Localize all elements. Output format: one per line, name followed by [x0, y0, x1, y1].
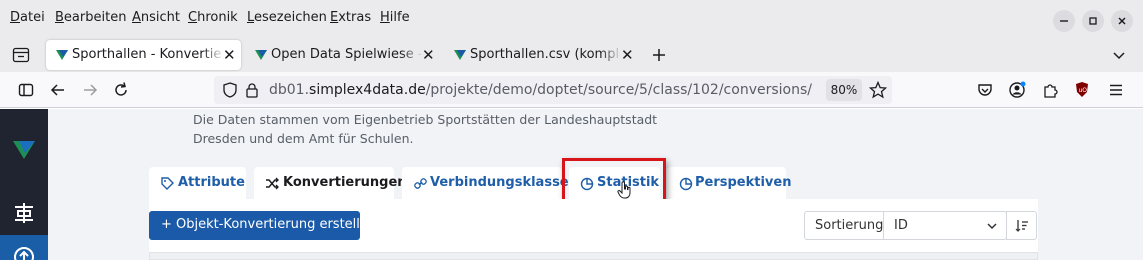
menu-ansicht[interactable]: Ansicht: [132, 10, 180, 25]
description-line: Dresden und dem Amt für Schulen.: [193, 131, 414, 146]
maximize-button[interactable]: [1082, 10, 1104, 32]
ublock-icon[interactable]: uO: [1074, 81, 1090, 99]
sort-direction-icon: [1015, 220, 1028, 232]
zoom-level-button[interactable]: 80%: [826, 79, 862, 101]
menu-lesezeichen[interactable]: Lesezeichen: [247, 10, 327, 25]
tab-attribute[interactable]: Attribute: [149, 167, 246, 199]
menu-datei[interactable]: Datei: [10, 10, 45, 25]
tab-konvertierungen[interactable]: Konvertierungen: [254, 167, 407, 199]
menu-extras[interactable]: Extras: [330, 10, 371, 25]
tag-icon: [161, 177, 174, 190]
forward-arrow-icon[interactable]: [82, 81, 98, 99]
menu-chronik[interactable]: Chronik: [188, 10, 238, 25]
browser-window: Datei Bearbeiten Ansicht Chronik Lesezei…: [0, 0, 1143, 260]
favicon-icon: [56, 50, 68, 60]
minimize-button[interactable]: [1053, 10, 1075, 32]
app-logo-icon[interactable]: [12, 137, 36, 161]
upload-circle-icon: [14, 247, 34, 260]
tab-overview-icon[interactable]: [12, 47, 30, 63]
sidebar-item-structure[interactable]: [0, 194, 48, 232]
results-list: [149, 252, 1038, 260]
close-icon: [1118, 17, 1126, 25]
menu-icon[interactable]: [1108, 81, 1124, 99]
favicon-icon: [255, 50, 267, 60]
browser-tab-active[interactable]: Sporthallen - Konvertierung ✕: [46, 40, 241, 70]
svg-text:uO: uO: [1079, 87, 1088, 94]
url-text[interactable]: db01.simplex4data.de/projekte/demo/dopte…: [269, 82, 812, 98]
browser-tab[interactable]: Open Data Spielwiese - Q ✕: [245, 40, 440, 70]
tab-close-icon[interactable]: ✕: [422, 47, 435, 63]
app-sidebar: [0, 109, 48, 260]
extensions-icon[interactable]: [1042, 81, 1058, 99]
menu-hilfe[interactable]: Hilfe: [380, 10, 410, 25]
sort-label: Sortierung: [815, 218, 884, 233]
tab-perspektiven[interactable]: Perspektiven: [667, 167, 791, 199]
tab-title: Sporthallen.csv (komplett: [470, 47, 620, 62]
shuffle-icon: [266, 177, 279, 190]
menu-bearbeiten[interactable]: Bearbeiten: [55, 10, 126, 25]
chevron-down-icon: [987, 223, 997, 230]
new-tab-icon[interactable]: [651, 47, 667, 63]
reload-icon[interactable]: [113, 81, 129, 99]
tab-list-chevron-icon[interactable]: [1112, 48, 1126, 62]
sort-value: ID: [894, 218, 908, 233]
close-window-button[interactable]: [1111, 10, 1133, 32]
url-bar[interactable]: db01.simplex4data.de/projekte/demo/dopte…: [214, 76, 892, 104]
description-line: Die Daten stammen vom Eigenbetrieb Sport…: [193, 112, 658, 127]
tab-title: Sporthallen - Konvertierung: [72, 47, 222, 62]
pocket-icon[interactable]: [977, 81, 993, 99]
back-arrow-icon[interactable]: [50, 81, 66, 99]
hierarchy-icon: [15, 203, 33, 223]
tab-title: Open Data Spielwiese - Q: [271, 47, 421, 62]
sidebar-item-active[interactable]: [0, 235, 48, 260]
create-conversion-button[interactable]: + Objekt-Konvertierung erstellen: [149, 211, 376, 240]
tab-close-icon[interactable]: ✕: [621, 47, 634, 63]
tab-verbindungsklassen[interactable]: Verbindungsklassen: [402, 167, 578, 199]
account-icon[interactable]: [1009, 81, 1027, 99]
bookmark-star-icon[interactable]: [869, 81, 887, 99]
menu-bar: Datei Bearbeiten Ansicht Chronik Lesezei…: [0, 0, 1143, 38]
tab-strip: Sporthallen - Konvertierung ✕ Open Data …: [0, 38, 1143, 72]
browser-tab[interactable]: Sporthallen.csv (komplett ✕: [444, 40, 639, 70]
tab-close-icon[interactable]: ✕: [223, 47, 236, 63]
sort-direction-button[interactable]: [1006, 211, 1037, 240]
shield-icon[interactable]: [222, 82, 238, 98]
minimize-icon: [1060, 20, 1068, 22]
sort-select[interactable]: Sortierung ID: [804, 211, 1007, 240]
lock-icon[interactable]: [245, 82, 259, 98]
favicon-icon: [454, 50, 466, 60]
sidebar-toggle-icon[interactable]: [18, 81, 34, 99]
link-icon: [414, 178, 427, 189]
maximize-icon: [1089, 17, 1097, 25]
pie-chart-icon: [679, 177, 693, 191]
